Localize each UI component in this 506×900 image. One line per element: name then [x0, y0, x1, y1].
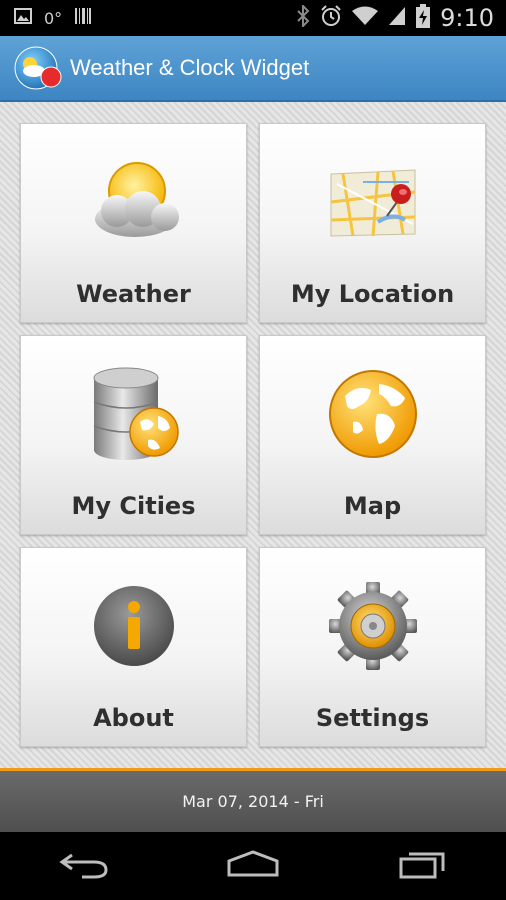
status-bar: 0° 9:10: [0, 0, 506, 36]
sun-cloud-icon: [74, 142, 194, 262]
map-pin-icon: [313, 142, 433, 262]
tile-label-weather: Weather: [76, 280, 191, 308]
home-button[interactable]: [218, 846, 288, 886]
temperature-indicator: 0°: [44, 8, 63, 28]
battery-charging-icon: [416, 4, 431, 32]
tile-map[interactable]: Map: [259, 335, 486, 535]
menu-grid: Weather My Location My Cities Map About …: [0, 102, 506, 768]
navigation-bar: [0, 832, 506, 900]
picture-icon: [14, 8, 32, 28]
recent-apps-icon: [397, 849, 447, 884]
globe-icon: [313, 354, 433, 474]
footer-date: Mar 07, 2014 - Fri: [182, 792, 324, 811]
back-icon: [58, 849, 110, 884]
app-logo-icon[interactable]: [14, 44, 62, 92]
recent-apps-button[interactable]: [387, 846, 457, 886]
back-button[interactable]: [49, 846, 119, 886]
clock-time: 9:10: [440, 4, 494, 32]
tile-weather[interactable]: Weather: [20, 123, 247, 323]
cell-signal-icon: [388, 6, 406, 30]
action-bar: Weather & Clock Widget: [0, 36, 506, 102]
tile-label-about: About: [93, 704, 174, 732]
tile-about[interactable]: About: [20, 547, 247, 747]
date-footer: Mar 07, 2014 - Fri: [0, 768, 506, 832]
barcode-icon: [74, 7, 92, 29]
tile-label-settings: Settings: [315, 704, 430, 732]
tile-my-location[interactable]: My Location: [259, 123, 486, 323]
tile-label-my-cities: My Cities: [71, 492, 196, 520]
wifi-icon: [352, 6, 379, 30]
tile-label-map: Map: [343, 492, 402, 520]
tile-my-cities[interactable]: My Cities: [20, 335, 247, 535]
tile-label-my-location: My Location: [290, 280, 455, 308]
info-icon: [74, 566, 194, 686]
database-globe-icon: [74, 354, 194, 474]
bluetooth-icon: [296, 3, 310, 31]
gear-icon: [313, 566, 433, 686]
app-title: Weather & Clock Widget: [70, 55, 310, 80]
home-icon: [225, 849, 281, 884]
alarm-icon: [320, 5, 342, 31]
tile-settings[interactable]: Settings: [259, 547, 486, 747]
